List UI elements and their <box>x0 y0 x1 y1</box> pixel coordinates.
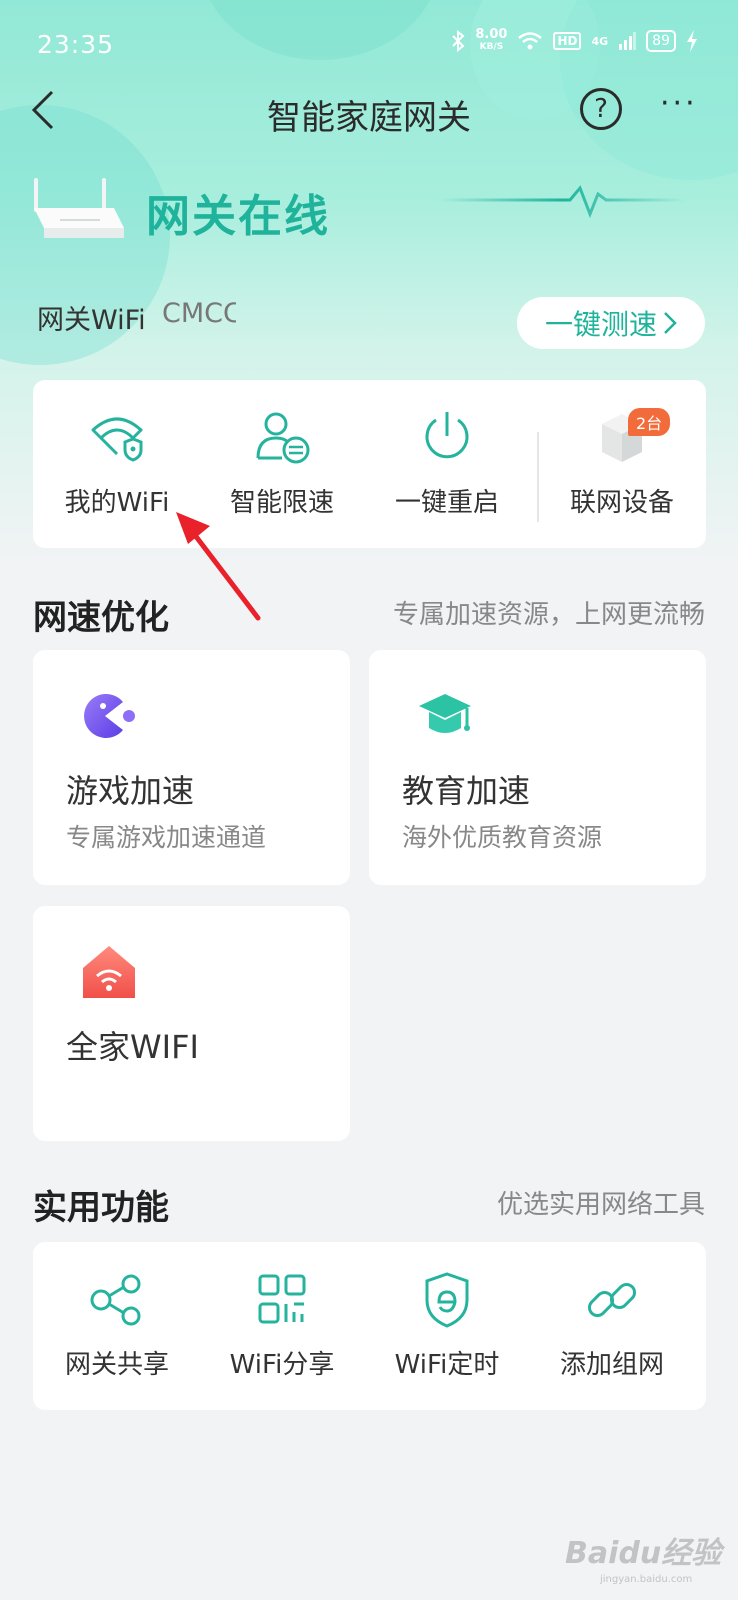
util-label: WiFi定时 <box>394 1350 500 1380</box>
baidu-watermark: Baidu经验 <box>565 1536 722 1571</box>
cell-signal-icon <box>619 32 637 50</box>
education-boost-card[interactable]: 教育加速 海外优质教育资源 <box>369 650 706 885</box>
util-gateway-share[interactable]: 网关共享 <box>33 1242 201 1410</box>
game-boost-card[interactable]: 游戏加速 专属游戏加速通道 <box>33 650 350 885</box>
util-wifi-share[interactable]: WiFi分享 <box>198 1242 366 1410</box>
quick-action-label: 一键重启 <box>394 488 499 518</box>
quick-action-restart[interactable]: 一键重启 <box>363 380 531 548</box>
more-menu-button[interactable]: ··· <box>660 86 698 121</box>
speed-test-label: 一键测速 <box>544 308 657 341</box>
education-boost-title: 教育加速 <box>402 772 531 810</box>
network-speed: 8.00 KB/S <box>475 28 507 54</box>
quick-action-devices[interactable]: 2台 联网设备 <box>538 380 706 548</box>
speed-section-title: 网速优化 <box>33 598 169 638</box>
util-section-title: 实用功能 <box>33 1188 169 1228</box>
education-boost-subtitle: 海外优质教育资源 <box>402 823 603 852</box>
speed-test-button[interactable]: 一键测速 <box>517 297 705 349</box>
gateway-wifi-ssid: CMCC <box>162 298 236 329</box>
chevron-right-icon <box>664 312 677 334</box>
charging-icon <box>687 30 697 52</box>
home-wifi-icon <box>83 946 135 998</box>
util-label: WiFi分享 <box>229 1350 335 1380</box>
quick-actions-card: 我的WiFi 智能限速 一键重启 2台 联网设备 <box>33 380 706 548</box>
pulse-line-icon <box>440 185 685 218</box>
battery-level: 89 <box>646 30 676 52</box>
router-icon <box>34 178 124 238</box>
bluetooth-icon <box>452 30 465 52</box>
util-wifi-timer[interactable]: WiFi定时 <box>363 1242 531 1410</box>
network-speed-value: 8.00 <box>475 27 508 42</box>
graduation-cap-icon <box>419 694 471 733</box>
shield-e-icon <box>425 1272 469 1328</box>
util-label: 添加组网 <box>559 1350 664 1380</box>
nav-bar: 智能家庭网关 ? ··· <box>0 80 738 146</box>
qr-code-icon <box>258 1274 306 1324</box>
help-button[interactable]: ? <box>580 88 622 130</box>
wifi-shield-icon <box>91 417 143 462</box>
baidu-watermark-url: jingyan.baidu.com <box>600 1574 693 1585</box>
gateway-status: 网关在线 <box>146 191 330 242</box>
speed-section-subtitle: 专属加速资源，上网更流畅 <box>392 600 705 630</box>
util-label: 网关共享 <box>64 1350 169 1380</box>
share-nodes-icon <box>90 1274 141 1326</box>
game-pacman-icon <box>84 693 135 738</box>
status-icons: 8.00 KB/S HD 4G 89 <box>451 28 698 54</box>
link-icon <box>587 1282 637 1318</box>
wifi-signal-icon <box>518 32 543 50</box>
gateway-wifi-label: 网关WiFi <box>37 305 146 336</box>
network-speed-unit: KB/S <box>479 42 504 52</box>
quick-action-label: 联网设备 <box>569 488 674 518</box>
game-boost-title: 游戏加速 <box>66 772 195 810</box>
status-bar: 23:35 8.00 KB/S HD 4G 89 <box>0 0 738 88</box>
util-add-mesh[interactable]: 添加组网 <box>528 1242 696 1410</box>
user-speed-limit-icon <box>256 412 310 464</box>
hd-badge: HD <box>553 32 582 50</box>
status-time: 23:35 <box>37 30 115 59</box>
power-icon <box>425 412 469 459</box>
game-boost-subtitle: 专属游戏加速通道 <box>66 823 267 852</box>
device-count-badge: 2台 <box>628 408 671 436</box>
utilities-card: 网关共享 WiFi分享 WiFi定时 添加组网 <box>33 1242 706 1410</box>
annotation-arrow <box>176 512 261 621</box>
page-title: 智能家庭网关 <box>267 98 471 138</box>
util-section-subtitle: 优选实用网络工具 <box>496 1190 705 1220</box>
home-wifi-title: 全家WIFI <box>66 1028 199 1066</box>
home-wifi-card[interactable]: 全家WIFI <box>33 906 350 1141</box>
cell-type: 4G <box>591 34 609 48</box>
